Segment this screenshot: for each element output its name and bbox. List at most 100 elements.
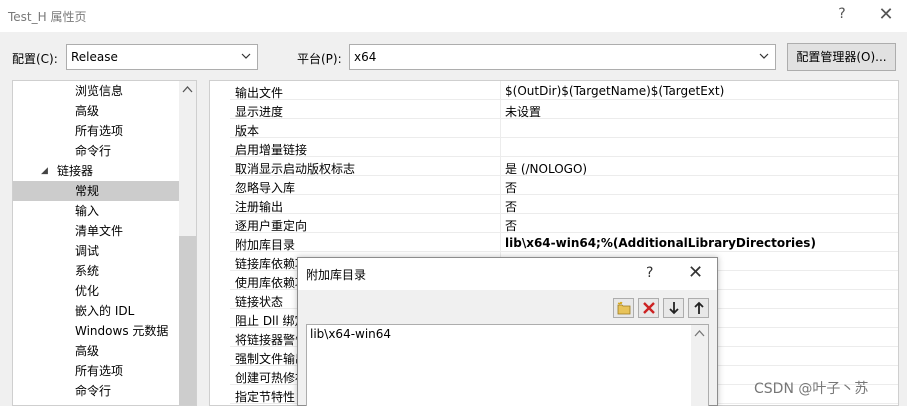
property-row[interactable]: 注册输出 否 — [230, 195, 898, 215]
property-row[interactable]: 显示进度 未设置 — [230, 100, 898, 120]
tree-item[interactable]: 所有选项 — [13, 121, 179, 141]
property-row[interactable]: 输出文件 $(OutDir)$(TargetName)$(TargetExt) — [230, 81, 898, 100]
tree-item-label: 嵌入的 IDL — [75, 304, 135, 318]
property-value[interactable]: lib\x64-win64;%(AdditionalLibraryDirecto… — [505, 236, 816, 250]
column-divider — [500, 233, 501, 252]
tree-item[interactable]: 命令行 — [13, 381, 179, 401]
property-name: 显示进度 — [235, 105, 284, 119]
move-down-button[interactable] — [663, 298, 684, 318]
tree-item-label: 链接器 — [57, 164, 94, 178]
tree-item[interactable]: 调试 — [13, 241, 179, 261]
chevron-down-icon — [759, 53, 769, 59]
tree-item[interactable]: 命令行 — [13, 141, 179, 161]
scroll-up-icon[interactable] — [694, 329, 705, 339]
list-scrollbar[interactable] — [691, 325, 708, 406]
category-tree[interactable]: 浏览信息 高级 所有选项 命令行 ◢ 链接器 常规 输入 清单文件 调试 系统 优… — [12, 80, 197, 406]
scroll-thumb[interactable] — [179, 236, 196, 405]
tree-item-label: 调试 — [75, 244, 100, 258]
property-value[interactable]: 未设置 — [505, 103, 541, 120]
config-label: 配置(C): — [12, 52, 58, 66]
property-value[interactable]: 是 (/NOLOGO) — [505, 160, 587, 177]
property-value[interactable]: 否 — [505, 198, 517, 215]
delete-icon — [643, 302, 655, 314]
dialog-close-button[interactable]: ✕ — [688, 262, 703, 283]
tree-item-label: 高级 — [75, 344, 100, 358]
tree-item[interactable]: 嵌入的 IDL — [13, 301, 179, 321]
column-divider — [500, 176, 501, 195]
close-button[interactable]: ✕ — [875, 4, 897, 26]
tree-item-label: Windows 元数据 — [75, 324, 169, 338]
move-up-button[interactable] — [688, 298, 709, 318]
column-divider — [500, 138, 501, 157]
dialog-title-bar: 附加库目录 ? ✕ — [298, 258, 717, 290]
chevron-down-icon — [241, 53, 251, 59]
directory-list[interactable]: lib\x64-win64 — [306, 324, 709, 406]
property-value[interactable]: $(OutDir)$(TargetName)$(TargetExt) — [505, 84, 724, 98]
property-name: 忽略导入库 — [235, 181, 296, 195]
property-row[interactable]: 版本 — [230, 119, 898, 138]
column-divider — [500, 100, 501, 119]
platform-label: 平台(P): — [297, 52, 342, 66]
property-row[interactable]: 启用增量链接 — [230, 138, 898, 157]
tree-item-label: 清单文件 — [75, 224, 124, 238]
property-row[interactable]: 取消显示启动版权标志 是 (/NOLOGO) — [230, 157, 898, 177]
window-title: Test_H 属性页 — [8, 10, 87, 24]
tree-item-label: 优化 — [75, 284, 100, 298]
tree-item[interactable]: 优化 — [13, 281, 179, 301]
tree-item-general[interactable]: 常规 — [13, 181, 179, 201]
tree-item[interactable]: 输入 — [13, 201, 179, 221]
scroll-up-icon[interactable] — [182, 85, 193, 95]
grid-gutter — [210, 81, 230, 405]
column-divider — [500, 81, 501, 100]
property-row[interactable]: 逐用户重定向 否 — [230, 214, 898, 234]
tree-item[interactable]: 高级 — [13, 101, 179, 121]
delete-line-button[interactable] — [638, 298, 659, 318]
tree-item-linker[interactable]: ◢ 链接器 — [13, 161, 179, 181]
expander-icon[interactable]: ◢ — [41, 161, 48, 181]
title-bar: Test_H 属性页 ? ✕ — [0, 0, 907, 32]
tree-item-label: 输入 — [75, 204, 100, 218]
tree-item-label: 所有选项 — [75, 124, 124, 138]
platform-value: x64 — [354, 50, 377, 64]
tree-item[interactable]: 浏览信息 — [13, 81, 179, 101]
config-dropdown[interactable]: Release — [66, 44, 258, 70]
property-name: 输出文件 — [235, 86, 284, 100]
tree-item[interactable]: 清单文件 — [13, 221, 179, 241]
arrow-up-icon — [694, 301, 704, 314]
tree-item-label: 常规 — [75, 184, 100, 198]
help-button[interactable]: ? — [833, 6, 851, 26]
config-manager-button[interactable]: 配置管理器(O)... — [787, 43, 896, 71]
property-name: 附加库目录 — [235, 238, 296, 252]
property-name: 逐用户重定向 — [235, 219, 308, 233]
platform-dropdown[interactable]: x64 — [349, 44, 776, 70]
property-row[interactable]: 忽略导入库 否 — [230, 176, 898, 196]
property-name: 取消显示启动版权标志 — [235, 162, 356, 176]
property-row-additional-lib-dirs[interactable]: 附加库目录 lib\x64-win64;%(AdditionalLibraryDi… — [230, 233, 898, 252]
tree-item-label: 命令行 — [75, 144, 112, 158]
tree-item-label: 命令行 — [75, 384, 112, 398]
tree-item[interactable]: Windows 元数据 — [13, 321, 179, 341]
tree-item[interactable]: 系统 — [13, 261, 179, 281]
new-folder-icon — [617, 301, 631, 315]
tree-scrollbar[interactable] — [179, 81, 196, 405]
directory-entry[interactable]: lib\x64-win64 — [310, 327, 391, 341]
new-line-button[interactable] — [613, 298, 634, 318]
property-name: 阻止 Dll 绑定 — [235, 314, 307, 328]
column-divider — [500, 214, 501, 233]
column-divider — [500, 195, 501, 214]
property-name: 启用增量链接 — [235, 143, 308, 157]
tree-item-label: 系统 — [75, 264, 100, 278]
dialog-help-button[interactable]: ? — [646, 265, 653, 281]
tree-item-label: 所有选项 — [75, 364, 124, 378]
dialog-title: 附加库目录 — [306, 268, 367, 282]
watermark: CSDN @叶子丶苏 — [754, 381, 869, 397]
arrow-down-icon — [669, 302, 679, 315]
tree-item-label: 高级 — [75, 104, 100, 118]
column-divider — [500, 119, 501, 138]
property-value[interactable]: 否 — [505, 179, 517, 196]
column-divider — [500, 157, 501, 176]
tree-item[interactable]: 所有选项 — [13, 361, 179, 381]
tree-item[interactable]: 高级 — [13, 341, 179, 361]
additional-lib-dirs-dialog: 附加库目录 ? ✕ lib\x64-win64 — [297, 257, 718, 406]
property-value[interactable]: 否 — [505, 217, 517, 234]
